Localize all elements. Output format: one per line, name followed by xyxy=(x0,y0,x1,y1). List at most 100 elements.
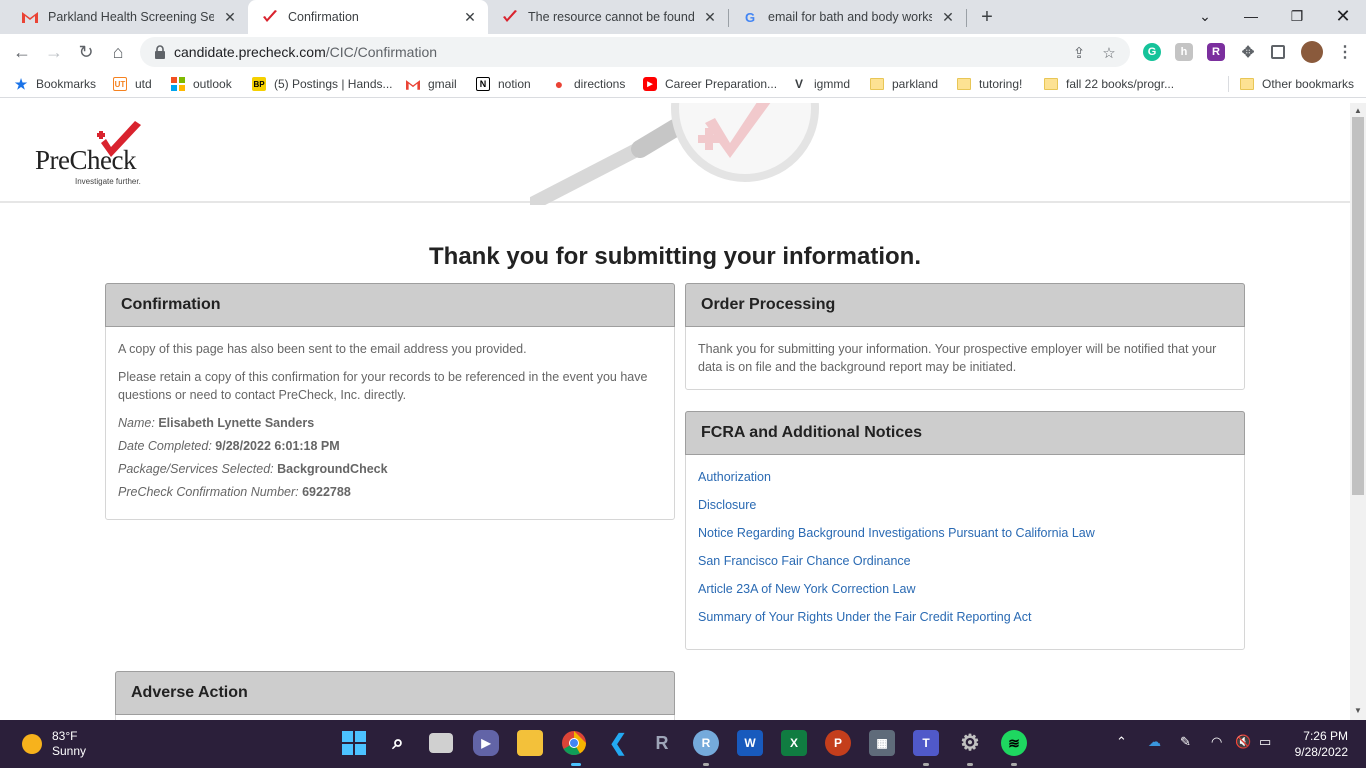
bookmark-label: Career Preparation... xyxy=(665,77,778,91)
package-label: Package/Services Selected: xyxy=(118,462,274,476)
spotify-icon[interactable]: ≋ xyxy=(1001,730,1027,756)
browser-toolbar: ← → ↻ ⌂ candidate.precheck.com/CIC/Confi… xyxy=(0,34,1366,70)
bookmark-igmmd[interactable]: Vigmmd xyxy=(792,75,850,93)
bookmark-career-preparation[interactable]: ▶ Career Preparation... xyxy=(643,75,777,93)
tab-parkland[interactable]: Parkland Health Screening Servic ✕ xyxy=(8,0,248,34)
back-button[interactable]: ← xyxy=(8,38,36,66)
rstudio-icon[interactable]: R xyxy=(693,730,719,756)
calculator-icon[interactable]: ▦ xyxy=(869,730,895,756)
close-icon[interactable]: ✕ xyxy=(222,9,238,25)
folder-icon xyxy=(1044,77,1058,91)
bookmark-bookmarks[interactable]: ★ Bookmarks xyxy=(14,75,96,93)
share-icon[interactable]: ⇪ xyxy=(1070,44,1088,62)
settings-running-indicator xyxy=(967,763,973,766)
side-panel-icon[interactable] xyxy=(1271,45,1285,59)
bookmark-fall-22-books[interactable]: fall 22 books/progr... xyxy=(1044,75,1174,93)
tab-title: Confirmation xyxy=(288,10,359,24)
excel-icon[interactable]: X xyxy=(781,730,807,756)
scrollbar-thumb[interactable] xyxy=(1352,117,1364,495)
bookmark-label: utd xyxy=(135,77,152,91)
pen-icon[interactable]: ✎ xyxy=(1180,734,1191,750)
chat-icon[interactable]: ▶ xyxy=(473,730,499,756)
page-title: Thank you for submitting your informatio… xyxy=(429,243,921,270)
link-authorization[interactable]: Authorization xyxy=(698,468,1232,496)
bookmark-label: directions xyxy=(574,77,626,91)
page-scrollbar[interactable]: ▲ ▼ xyxy=(1350,103,1366,720)
teams-icon[interactable]: T xyxy=(913,730,939,756)
tab-confirmation[interactable]: Confirmation ✕ xyxy=(248,0,488,34)
grammarly-icon[interactable]: G xyxy=(1143,43,1161,61)
reload-button[interactable]: ↻ xyxy=(72,38,100,66)
page-content: PreCheck Investigate further. Thank you … xyxy=(0,103,1350,720)
lock-icon[interactable] xyxy=(152,44,168,60)
bookmark-tutoring[interactable]: tutoring! xyxy=(957,75,1022,93)
file-explorer-icon[interactable] xyxy=(517,730,543,756)
rstudio-r-icon[interactable]: R xyxy=(649,730,675,756)
name-value: Elisabeth Lynette Sanders xyxy=(158,416,315,430)
volume-muted-icon[interactable]: 🔇 xyxy=(1235,734,1251,750)
forward-button[interactable]: → xyxy=(40,38,68,66)
menu-kebab-icon[interactable]: ⋮ xyxy=(1336,43,1354,61)
gmail-icon xyxy=(22,9,38,25)
chrome-icon[interactable] xyxy=(561,730,587,756)
tab-resource-not-found[interactable]: The resource cannot be found. ✕ xyxy=(488,0,728,34)
search-icon[interactable]: ⌕ xyxy=(385,730,411,756)
bookmark-postings[interactable]: BP (5) Postings | Hands... xyxy=(252,75,393,93)
site-header: PreCheck Investigate further. xyxy=(0,103,1350,205)
folder-icon xyxy=(1240,77,1254,91)
link-fcra-summary-of-rights[interactable]: Summary of Your Rights Under the Fair Cr… xyxy=(698,608,1232,636)
extension-icon[interactable]: h xyxy=(1175,43,1193,61)
link-new-york-article-23a[interactable]: Article 23A of New York Correction Law xyxy=(698,580,1232,608)
scroll-up-arrow[interactable]: ▲ xyxy=(1353,106,1363,116)
bookmarks-bar: ★ Bookmarks UT utd outlook BP (5) Postings … xyxy=(0,70,1366,98)
home-button[interactable]: ⌂ xyxy=(104,38,132,66)
tab-google-search[interactable]: G email for bath and body works - ✕ xyxy=(728,0,966,34)
close-icon[interactable]: ✕ xyxy=(462,9,478,25)
close-window-button[interactable]: ✕ xyxy=(1320,0,1366,32)
close-icon[interactable]: ✕ xyxy=(940,9,956,25)
r-extension-icon[interactable]: R xyxy=(1207,43,1225,61)
profile-avatar[interactable] xyxy=(1301,41,1323,63)
word-icon[interactable]: W xyxy=(737,730,763,756)
address-bar[interactable]: candidate.precheck.com/CIC/Confirmation … xyxy=(140,37,1130,67)
bookmark-notion[interactable]: Nnotion xyxy=(476,75,531,93)
tab-strip: Parkland Health Screening Servic ✕ Confi… xyxy=(0,0,1366,34)
windows-start-icon[interactable] xyxy=(341,730,367,756)
bookmark-directions[interactable]: ● directions xyxy=(552,75,626,93)
bookmark-outlook[interactable]: outlook xyxy=(171,75,232,93)
new-tab-button[interactable]: + xyxy=(976,6,998,28)
bookmark-gmail[interactable]: gmail xyxy=(406,75,457,93)
weather-widget[interactable]: 83°F Sunny xyxy=(22,729,86,759)
show-hidden-icons-chevron-icon[interactable]: ⌃ xyxy=(1116,734,1127,750)
url-text[interactable]: candidate.precheck.com/CIC/Confirmation xyxy=(174,44,437,60)
powerpoint-icon[interactable]: P xyxy=(825,730,851,756)
extensions-puzzle-icon[interactable]: ✥ xyxy=(1239,43,1257,61)
confirmation-number-label: PreCheck Confirmation Number: xyxy=(118,485,299,499)
confirmation-panel-title: Confirmation xyxy=(105,283,675,327)
link-disclosure[interactable]: Disclosure xyxy=(698,496,1232,524)
bp-icon: BP xyxy=(252,77,266,91)
scroll-down-arrow[interactable]: ▼ xyxy=(1353,706,1363,716)
system-clock[interactable]: 7:26 PM 9/28/2022 xyxy=(1286,728,1348,760)
tab-search-icon[interactable]: ⌄ xyxy=(1182,0,1228,32)
task-view-icon[interactable] xyxy=(429,733,453,753)
settings-gear-icon[interactable]: ⚙ xyxy=(957,730,983,756)
link-san-francisco-ordinance[interactable]: San Francisco Fair Chance Ordinance xyxy=(698,552,1232,580)
battery-icon[interactable]: ▭ xyxy=(1259,734,1271,750)
sun-icon xyxy=(22,734,42,754)
bookmark-label: parkland xyxy=(892,77,939,91)
minimize-button[interactable]: — xyxy=(1228,0,1274,32)
name-row: Name: Elisabeth Lynette Sanders xyxy=(118,414,662,432)
precheck-logo[interactable]: PreCheck Investigate further. xyxy=(35,121,155,191)
restore-button[interactable]: ❐ xyxy=(1274,0,1320,32)
vscode-icon[interactable]: ❮ xyxy=(605,730,631,756)
bookmark-other-bookmarks[interactable]: Other bookmarks xyxy=(1240,75,1354,93)
close-icon[interactable]: ✕ xyxy=(702,9,718,25)
bookmark-utd[interactable]: UT utd xyxy=(113,75,152,93)
wifi-icon[interactable]: ◠ xyxy=(1211,734,1222,750)
link-california-notice[interactable]: Notice Regarding Background Investigatio… xyxy=(698,524,1232,552)
spotify-running-indicator xyxy=(1011,763,1017,766)
onedrive-cloud-icon[interactable]: ☁ xyxy=(1148,734,1161,750)
bookmark-parkland[interactable]: parkland xyxy=(870,75,938,93)
bookmark-star-icon[interactable]: ☆ xyxy=(1100,44,1118,62)
